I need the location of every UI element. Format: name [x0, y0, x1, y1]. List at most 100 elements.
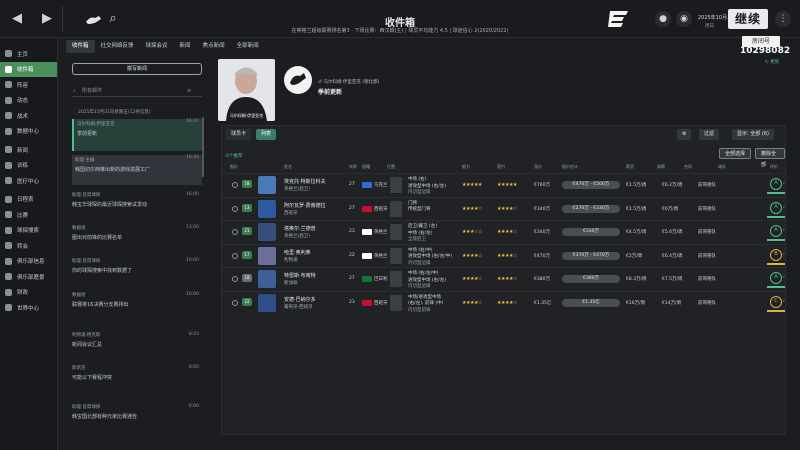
- dynamics-icon: [5, 96, 12, 104]
- rating-ring[interactable]: C: [770, 295, 782, 308]
- column-header[interactable]: 国籍: [362, 164, 370, 170]
- tab-player-card[interactable]: 球员卡: [226, 129, 252, 140]
- sidebar-item-14[interactable]: 俱乐部愿景: [0, 269, 57, 285]
- filter-icon[interactable]: ≡: [187, 88, 191, 94]
- list-item[interactable]: 数据组 图出对前锋的比赛名单 13:00: [72, 225, 202, 241]
- chevron-right-icon[interactable]: ›: [783, 299, 785, 304]
- sidebar-item-7[interactable]: 训练: [0, 158, 57, 174]
- column-header[interactable]: 位置: [387, 164, 395, 170]
- sidebar-item-15[interactable]: 财政: [0, 285, 57, 301]
- sidebar-item-5[interactable]: 数据中心: [0, 124, 57, 140]
- notification-icon[interactable]: ●: [655, 11, 671, 27]
- search-input[interactable]: 所有邮件: [72, 85, 202, 97]
- list-item[interactable]: 助理·首席球探 韩宝华球探的最近球探搜索试发动 16:00: [72, 192, 202, 208]
- sidebar-item-3[interactable]: 动态: [0, 93, 57, 109]
- select-checkbox[interactable]: [232, 182, 238, 188]
- select-checkbox[interactable]: [232, 252, 238, 259]
- more-icon[interactable]: ⋮: [775, 11, 791, 27]
- compose-button[interactable]: 撰写新闻: [72, 63, 202, 75]
- list-item[interactable]: 助理·首席球探 韩宝国北部有种元家比赛通告 6:00: [72, 404, 202, 420]
- list-item[interactable]: 助理·首席球探 你的球探搜索中找到数据了 10:00: [72, 258, 202, 274]
- sidebar-item-2[interactable]: 阵容: [0, 77, 57, 93]
- player-name[interactable]: 安德·巴纳尔多: [284, 296, 316, 303]
- table-row[interactable]: 22 安德·巴纳尔多 葡萄牙-西班牙 23 西班牙 中场/进攻型中场 (右/左), 前锋 (…: [222, 290, 787, 313]
- column-header[interactable]: 球队: [718, 164, 726, 170]
- column-header[interactable]: 报价: [230, 164, 238, 170]
- column-header[interactable]: 姓名: [284, 164, 292, 170]
- list-item[interactable]: 数据组 联赛排16决赛分支赛排出 10:00: [72, 292, 202, 308]
- player-name[interactable]: 阿尔瓦罗·费南德拉: [284, 202, 326, 209]
- tab-3[interactable]: 新闻: [174, 40, 197, 53]
- list-item[interactable]: 马尔科姆·伊里亚克 季前更新 16:47: [72, 119, 202, 151]
- sidebar-item-9[interactable]: 日程表: [0, 192, 57, 208]
- table-row[interactable]: 18 特雷斯·布南特 新加坡 27 巴日利 中场 (右/左/中) 进攻型中场 (右/左) 内切…: [222, 267, 787, 289]
- list-item[interactable]: 助理·主编 韩国切尔西推出新的游戏进展工厂 16:34: [72, 155, 202, 185]
- settings-button[interactable]: ⚙: [677, 129, 692, 140]
- back-icon[interactable]: ◀: [8, 10, 26, 28]
- club-crest-icon[interactable]: [84, 14, 104, 26]
- clear-all-button[interactable]: 撤除全部: [755, 148, 785, 168]
- tab-0[interactable]: 收件箱: [66, 40, 95, 53]
- sidebar-item-16[interactable]: 世界中心: [0, 300, 57, 316]
- refresh-icon[interactable]: ↻ 更新: [765, 59, 779, 65]
- column-header[interactable]: 合同: [684, 164, 692, 170]
- rating-ring[interactable]: A: [770, 272, 782, 284]
- column-header[interactable]: 身价: [534, 164, 542, 170]
- sidebar-item-4[interactable]: 战术: [0, 108, 57, 124]
- sidebar-item-11[interactable]: 球探搜索: [0, 223, 57, 239]
- tab-4[interactable]: 焦点新闻: [197, 40, 231, 53]
- chevron-right-icon[interactable]: ›: [783, 228, 785, 233]
- sidebar-item-12[interactable]: 转会: [0, 238, 57, 254]
- table-row[interactable]: 21 塔奥尔·兰德普 英格兰(后卫) 23 英格兰 后卫/翼卫 (左) 中场 (右/左) 全能…: [222, 220, 787, 242]
- sidebar-item-6[interactable]: 新闻: [0, 142, 57, 158]
- table-row[interactable]: 18 埃克托·特斯拉科夫 英格兰(后卫) 27 乌克兰 中场 (右) 进攻型中场 (右/左)…: [222, 173, 787, 195]
- column-header[interactable]: 潜力: [497, 164, 505, 170]
- tab-5[interactable]: 全部新闻: [231, 40, 265, 53]
- chevron-right-icon[interactable]: ›: [783, 181, 785, 186]
- select-checkbox[interactable]: [232, 276, 238, 282]
- continue-button[interactable]: 继续: [728, 9, 768, 29]
- select-all-button[interactable]: 全部选择: [719, 148, 752, 159]
- player-name[interactable]: 特雷斯·布南特: [284, 272, 316, 279]
- chevron-right-icon[interactable]: ›: [783, 252, 785, 257]
- table-row[interactable]: 13 阿尔瓦罗·费南德拉 西班牙 27 西班牙 门将 传统型门将 ★★★★☆ ★★★★☆ €340…: [222, 196, 787, 219]
- sidebar-item-1[interactable]: 收件箱: [0, 61, 57, 77]
- column-header[interactable]: 报价估计: [562, 164, 578, 170]
- training-icon: [5, 161, 12, 169]
- rating-ring[interactable]: A: [770, 201, 782, 214]
- column-header[interactable]: 薪资: [626, 164, 634, 170]
- list-item[interactable]: 斯诺克 可能以下赛程冲突 8:00: [72, 365, 202, 381]
- display-dropdown[interactable]: 显示: 全部 (6): [732, 129, 774, 140]
- tab-1[interactable]: 社交网络反馈: [95, 40, 140, 53]
- chevron-right-icon[interactable]: ›: [783, 205, 785, 210]
- sidebar-item-8[interactable]: 医疗中心: [0, 173, 57, 189]
- select-checkbox[interactable]: [232, 229, 238, 235]
- column-header[interactable]: 周薪: [657, 164, 665, 170]
- rating-ring[interactable]: A: [770, 178, 782, 190]
- tab-2[interactable]: 球探会议: [140, 40, 174, 53]
- column-header[interactable]: 评价: [770, 164, 778, 170]
- profile-icon[interactable]: ◉: [676, 11, 692, 27]
- column-header[interactable]: 年龄: [349, 164, 357, 170]
- player-nationality: 英格兰(后卫): [284, 187, 311, 192]
- chevron-right-icon[interactable]: ›: [783, 275, 785, 280]
- tab-list[interactable]: 列表: [256, 129, 277, 140]
- select-checkbox[interactable]: [232, 205, 238, 212]
- player-name[interactable]: 埃克托·特斯拉科夫: [284, 178, 326, 185]
- select-checkbox[interactable]: [232, 299, 238, 306]
- sidebar-item-13[interactable]: 俱乐部信息: [0, 254, 57, 270]
- player-name[interactable]: 哈里·奥利弗: [284, 249, 311, 256]
- rating-ring[interactable]: A: [770, 225, 782, 237]
- forward-icon[interactable]: ▶: [38, 10, 56, 28]
- sidebar-item-0[interactable]: 主页: [0, 46, 57, 62]
- list-item[interactable]: 利物浦·德克斯 新闻会议汇总 8:03: [72, 332, 202, 348]
- table-row[interactable]: 17 哈里·奥利弗 利物浦 22 英格兰 中场 (右/中) 进攻型中场 (右/左/中) 内切型…: [222, 243, 787, 266]
- sidebar-item-10[interactable]: 比赛: [0, 207, 57, 223]
- filter-button[interactable]: 过滤: [699, 129, 720, 140]
- ability-stars: ★★★★☆: [462, 205, 482, 212]
- player-name[interactable]: 塔奥尔·兰德普: [284, 225, 316, 232]
- rating-ring[interactable]: B: [770, 248, 782, 261]
- scrollbar[interactable]: [202, 117, 204, 177]
- search-icon[interactable]: ⌕: [104, 10, 122, 28]
- column-header[interactable]: 能力: [462, 164, 470, 170]
